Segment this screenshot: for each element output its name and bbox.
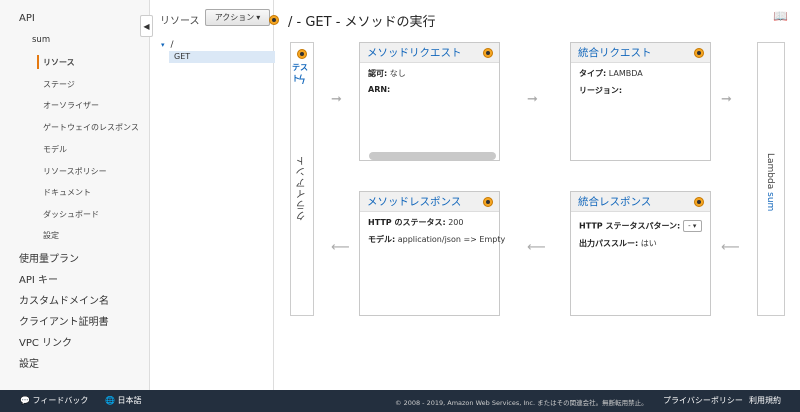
left-navigation: API sum リソース ステージ オーソライザー ゲートウェイのレスポンス モ… (0, 0, 150, 390)
tree-root[interactable]: ▾ / (161, 40, 174, 50)
speech-bubble-icon: 💬 (20, 396, 30, 405)
integration-response-header[interactable]: 統合レスポンス (571, 192, 710, 212)
tree-root-label: / (170, 40, 174, 50)
lambda-column: Lambda sum (757, 42, 785, 316)
page-title: / - GET - メソッドの実行 (288, 15, 436, 30)
arrow-right-icon: ➞ (331, 92, 342, 107)
nav-item-stages[interactable]: ステージ (43, 79, 75, 90)
horizontal-scrollbar[interactable] (369, 152, 496, 160)
ring-icon (297, 49, 307, 59)
method-response-title[interactable]: メソッドレスポンス (367, 196, 461, 208)
nav-custom-domains[interactable]: カスタムドメイン名 (19, 292, 109, 307)
passthrough-value: はい (640, 239, 657, 248)
method-request-box: メソッドリクエスト 認可: なし ARN: (359, 42, 500, 161)
active-indicator (37, 55, 39, 69)
model-row: モデル: application/json => Empty (368, 234, 505, 245)
status-pattern-row: HTTP ステータスパターン: - ▾ (579, 220, 702, 232)
feedback-link[interactable]: 💬 フィードバック (20, 395, 88, 406)
region-label: リージョン: (579, 86, 623, 95)
language-selector[interactable]: 🌐 日本語 (105, 395, 142, 406)
arn-row: ARN: (368, 85, 491, 94)
tree-method-get[interactable]: GET (169, 51, 275, 63)
type-value: LAMBDA (608, 69, 643, 78)
ring-icon (694, 48, 704, 58)
lambda-label: Lambda sum (765, 153, 775, 211)
method-request-header[interactable]: メソッドリクエスト (360, 43, 499, 63)
region-row: リージョン: (579, 85, 702, 96)
arrow-right-icon: ➞ (721, 92, 732, 107)
nav-settings[interactable]: 設定 (19, 355, 39, 370)
integration-request-box: 統合リクエスト タイプ: LAMBDA リージョン: (570, 42, 711, 161)
nav-client-certificates[interactable]: クライアント証明書 (19, 313, 109, 328)
ring-icon (269, 15, 279, 25)
nav-item-dashboard[interactable]: ダッシュボード (43, 209, 99, 220)
status-row: HTTP のステータス: 200 (368, 217, 491, 228)
type-label: タイプ: (579, 69, 607, 78)
passthrough-row: 出力パススルー: はい (579, 238, 702, 249)
passthrough-label: 出力パススルー: (579, 239, 639, 248)
auth-row: 認可: なし (368, 68, 491, 79)
nav-item-gateway-responses[interactable]: ゲートウェイのレスポンス (43, 122, 139, 133)
language-label: 日本語 (117, 396, 142, 405)
status-label: HTTP のステータス: (368, 218, 446, 227)
ring-icon (483, 48, 493, 58)
model-value: application/json => Empty (397, 235, 506, 244)
nav-api-keys[interactable]: API キー (19, 271, 58, 286)
status-pattern-value: - (688, 222, 691, 230)
globe-icon: 🌐 (105, 396, 115, 405)
arrow-left-icon: ⟵ (331, 240, 350, 255)
auth-label: 認可: (368, 69, 388, 78)
client-column: テスト ϟ クライアント (290, 42, 314, 316)
ring-icon (483, 197, 493, 207)
integration-response-title[interactable]: 統合レスポンス (578, 196, 651, 208)
copyright: © 2008 - 2019, Amazon Web Services, Inc.… (395, 399, 648, 407)
model-label: モデル: (368, 235, 396, 244)
arrow-right-icon: ➞ (527, 92, 538, 107)
nav-item-resource-policy[interactable]: リソースポリシー (43, 166, 107, 177)
book-icon[interactable]: 📖 (773, 9, 788, 23)
collapse-sidebar-button[interactable]: ◀ (140, 15, 153, 37)
nav-item-authorizers[interactable]: オーソライザー (43, 100, 99, 111)
status-value: 200 (448, 218, 464, 227)
nav-api-name[interactable]: sum (32, 35, 50, 45)
method-execution-panel: / - GET - メソッドの実行 📖 テスト ϟ クライアント メソッドリクエ… (269, 0, 800, 390)
actions-button[interactable]: アクション ▾ (205, 9, 270, 26)
status-pattern-label: HTTP ステータスパターン: (579, 221, 681, 231)
caret-down-icon: ▾ (256, 13, 261, 22)
terms-link[interactable]: 利用規約 (749, 395, 781, 406)
caret-down-icon: ▾ (692, 222, 697, 230)
nav-api[interactable]: API (19, 13, 35, 24)
integration-request-title[interactable]: 統合リクエスト (578, 47, 652, 59)
actions-label: アクション (214, 13, 255, 22)
arrow-left-icon: ⟵ (527, 240, 546, 255)
chevron-left-icon: ◀ (143, 21, 150, 31)
lambda-function-link[interactable]: sum (765, 192, 775, 211)
method-response-box: メソッドレスポンス HTTP のステータス: 200 モデル: applicat… (359, 191, 505, 316)
resource-panel: リソース アクション ▾ ▾ / GET (154, 0, 275, 390)
privacy-link[interactable]: プライバシーポリシー (663, 395, 743, 406)
arn-label: ARN: (368, 85, 391, 94)
auth-value: なし (389, 69, 406, 78)
method-request-title[interactable]: メソッドリクエスト (367, 47, 462, 59)
nav-item-models[interactable]: モデル (43, 144, 67, 155)
nav-item-api-settings[interactable]: 設定 (43, 230, 59, 241)
type-row: タイプ: LAMBDA (579, 68, 702, 79)
ring-icon (694, 197, 704, 207)
arrow-left-icon: ⟵ (721, 240, 740, 255)
method-response-header[interactable]: メソッドレスポンス (360, 192, 499, 212)
resources-title: リソース (160, 16, 200, 27)
status-pattern-select[interactable]: - ▾ (682, 220, 702, 232)
footer: 💬 フィードバック 🌐 日本語 © 2008 - 2019, Amazon We… (0, 390, 800, 412)
tree-caret-icon[interactable]: ▾ (161, 41, 165, 49)
client-label: クライアント (297, 155, 308, 221)
integration-request-header[interactable]: 統合リクエスト (571, 43, 710, 63)
integration-response-box: 統合レスポンス HTTP ステータスパターン: - ▾ 出力パススルー: はい (570, 191, 711, 316)
lightning-bolt-icon[interactable]: ϟ (298, 73, 306, 87)
nav-item-documentation[interactable]: ドキュメント (43, 187, 91, 198)
lambda-prefix: Lambda (765, 153, 775, 190)
nav-usage-plans[interactable]: 使用量プラン (19, 250, 79, 265)
feedback-label: フィードバック (32, 396, 89, 405)
nav-vpc-links[interactable]: VPC リンク (19, 334, 72, 349)
nav-item-resources[interactable]: リソース (43, 57, 75, 68)
